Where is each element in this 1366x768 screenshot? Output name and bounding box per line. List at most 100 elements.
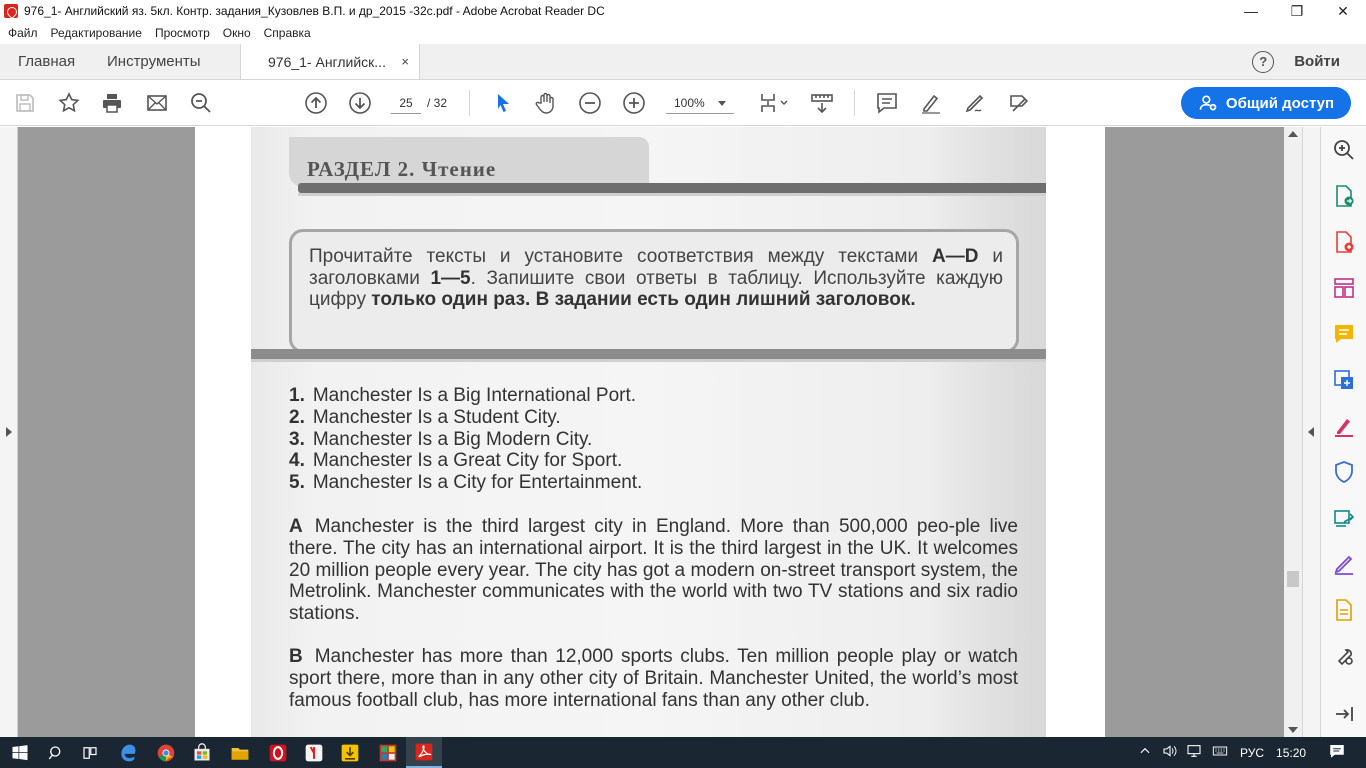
input-language[interactable]: РУС (1240, 746, 1264, 760)
create-pdf-icon[interactable] (1331, 229, 1357, 255)
header-rule-shadow (298, 193, 1046, 196)
page-up-icon[interactable] (303, 90, 329, 116)
taskbar: РУС 15:20 (0, 737, 1366, 768)
window-title: 976_1- Английский яз. 5кл. Контр. задани… (24, 4, 605, 18)
list-item: 3. Manchester Is a Big Modern City. (289, 429, 642, 451)
pdf-page: РАЗДЕЛ 2. Чтение Прочитайте тексты и уст… (195, 127, 1105, 737)
expand-icon[interactable] (1331, 701, 1357, 727)
sign-icon[interactable] (962, 90, 988, 116)
restore-button[interactable]: ❐ (1274, 0, 1320, 22)
heading-number: 3. (289, 428, 305, 450)
zoom-in-icon[interactable] (621, 90, 647, 116)
instructions-bold: A—D (931, 246, 979, 267)
toolbar-separator (854, 90, 855, 116)
section-title: РАЗДЕЛ 2. Чтение (307, 157, 497, 181)
right-tools-pane (1320, 127, 1366, 737)
minimize-button[interactable]: — (1228, 0, 1274, 22)
left-panel-toggle[interactable] (0, 127, 18, 737)
protect-icon[interactable] (1331, 459, 1357, 485)
search-zoom-icon[interactable] (188, 90, 214, 116)
hand-icon[interactable] (533, 90, 559, 116)
vertical-scrollbar[interactable] (1284, 127, 1302, 737)
downloads-icon[interactable] (338, 741, 362, 765)
app-grid-icon[interactable] (376, 741, 400, 765)
instructions-box: Прочитайте тексты и установите соответст… (289, 229, 1019, 353)
tools-icon[interactable] (1331, 643, 1357, 669)
add-user-icon (1199, 95, 1217, 111)
instructions-bold: 1—5 (430, 267, 471, 289)
help-icon[interactable]: ? (1252, 50, 1275, 73)
right-panel-toggle[interactable] (1302, 127, 1320, 737)
opera-icon[interactable] (266, 741, 290, 765)
signin-button[interactable]: Войти (1294, 53, 1340, 70)
menu-view[interactable]: Просмотр (155, 26, 210, 40)
close-button[interactable]: ✕ (1320, 0, 1366, 22)
menu-help[interactable]: Справка (264, 26, 311, 40)
page-down-icon[interactable] (347, 90, 373, 116)
tab-tools[interactable]: Инструменты (89, 44, 240, 79)
tab-close-icon[interactable]: × (401, 54, 409, 69)
email-icon[interactable] (144, 90, 170, 116)
volume-icon[interactable] (1162, 743, 1178, 762)
heading-number: 5. (289, 472, 305, 494)
highlight-icon[interactable] (918, 90, 944, 116)
comment-icon[interactable] (1331, 321, 1357, 347)
list-item: 4. Manchester Is a Great City for Sport. (289, 450, 642, 472)
save-icon[interactable] (12, 90, 38, 116)
export-pdf-icon[interactable] (1331, 183, 1357, 209)
scroll-mode-icon[interactable] (809, 90, 835, 116)
menu-edit[interactable]: Редактирование (51, 26, 142, 40)
zoom-out-icon[interactable] (577, 90, 603, 116)
print-icon[interactable] (99, 90, 125, 116)
select-cursor-icon[interactable] (490, 90, 516, 116)
list-item: 1. Manchester Is a Big International Port… (289, 385, 642, 407)
zoom-select[interactable]: 100% (666, 92, 734, 114)
heading-text: Manchester Is a Big International Port. (312, 385, 637, 406)
scroll-up-icon[interactable] (1288, 131, 1298, 137)
export-file-icon[interactable] (1331, 597, 1357, 623)
windows-start-icon[interactable] (8, 741, 32, 765)
zoom-value: 100% (674, 96, 705, 110)
page-fit-icon[interactable] (756, 90, 790, 116)
acrobat-taskbar-icon[interactable] (406, 737, 442, 768)
search-icon[interactable] (44, 741, 68, 765)
task-view-icon[interactable] (78, 741, 102, 765)
file-explorer-icon[interactable] (228, 741, 252, 765)
keyboard-icon[interactable] (1210, 743, 1230, 762)
network-icon[interactable] (1186, 743, 1202, 762)
tab-document[interactable]: 976_1- Английск... × (240, 44, 420, 79)
page-number-input[interactable]: 25 (391, 92, 421, 114)
system-tray: РУС 15:20 (1138, 737, 1346, 768)
chevron-down-icon (718, 101, 726, 106)
scroll-down-icon[interactable] (1288, 727, 1298, 733)
bookmark-star-icon[interactable] (56, 90, 82, 116)
heading-text: Manchester Is a City for Entertainment. (312, 472, 643, 494)
clock[interactable]: 15:20 (1276, 746, 1306, 760)
share-button[interactable]: Общий доступ (1181, 87, 1351, 119)
document-viewport[interactable]: РАЗДЕЛ 2. Чтение Прочитайте тексты и уст… (0, 127, 1320, 737)
store-icon[interactable] (190, 741, 214, 765)
chevron-up-icon[interactable] (1138, 744, 1152, 761)
fill-sign-icon[interactable] (1331, 413, 1357, 439)
tab-home[interactable]: Главная (0, 44, 89, 79)
tab-document-label: 976_1- Английск... (268, 53, 386, 70)
notifications-icon[interactable] (1328, 742, 1346, 763)
toolbar-separator (469, 90, 470, 116)
yandex-browser-icon[interactable] (302, 741, 326, 765)
organize-pages-icon[interactable] (1331, 275, 1357, 301)
edge-icon[interactable] (116, 741, 140, 765)
section-header: РАЗДЕЛ 2. Чтение (289, 137, 649, 187)
send-track-icon[interactable] (1331, 505, 1357, 531)
edit-pdf-icon[interactable] (1331, 367, 1357, 393)
title-bar: 976_1- Английский яз. 5кл. Контр. задани… (0, 0, 1366, 22)
more-sign-icon[interactable] (1331, 551, 1357, 577)
search-zoom-icon[interactable] (1331, 137, 1357, 163)
instructions-bold: только один раз. В задании есть один лиш… (371, 289, 916, 310)
header-rule (298, 183, 1046, 193)
menu-file[interactable]: Файл (8, 26, 38, 40)
more-tools-icon[interactable] (1006, 90, 1032, 116)
menu-window[interactable]: Окно (223, 26, 251, 40)
scroll-thumb[interactable] (1287, 571, 1299, 587)
chrome-icon[interactable] (154, 741, 178, 765)
comment-icon[interactable] (874, 90, 900, 116)
